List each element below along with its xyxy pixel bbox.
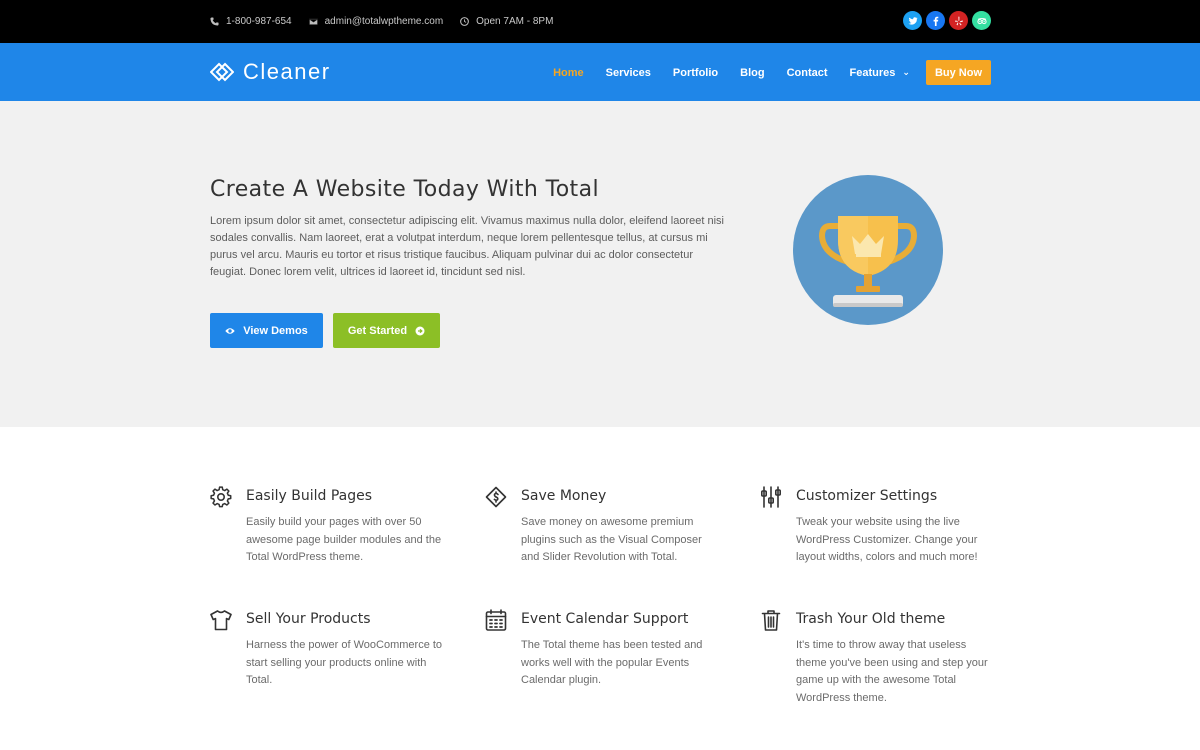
phone-info[interactable]: 1-800-987-654 [210,16,292,27]
tripadvisor-icon [976,17,987,24]
eye-icon [225,327,235,334]
get-started-label: Get Started [347,324,408,337]
nav-services[interactable]: Services [606,67,651,79]
hero-description: Lorem ipsum dolor sit amet, consectetur … [210,215,724,278]
yelp-link[interactable] [949,11,968,30]
gear-icon [210,486,232,508]
phone-number: 1-800-987-654 [226,16,292,27]
twitter-link[interactable] [903,11,922,30]
nav-blog[interactable]: Blog [740,67,764,79]
feature-title: Sell Your Products [246,611,371,627]
top-bar: 1-800-987-654 admin@totalwptheme.com Ope… [0,0,1200,43]
nav-contact[interactable]: Contact [787,67,828,79]
site-header: Cleaner Home Services Portfolio Blog Con… [0,43,1200,101]
nav-features-label: Features [849,66,896,79]
clock-icon [460,17,470,26]
main-navigation: Home Services Portfolio Blog Contact Fea… [531,60,991,85]
social-links [903,11,991,30]
feature-description: It's time to throw away that useless the… [796,639,988,704]
money-icon [485,486,507,508]
feature-title: Trash Your Old theme [796,611,946,627]
feature-title: Event Calendar Support [521,611,689,627]
feature-description: The Total theme has been tested and work… [521,639,703,686]
opening-hours: Open 7AM - 8PM [476,16,554,27]
feature-description: Harness the power of WooCommerce to star… [246,639,443,686]
feature-description: Tweak your website using the live WordPr… [796,516,978,563]
hero-title: Create A Website Today With Total [210,177,599,202]
trophy-illustration [793,175,943,325]
feature-title: Save Money [521,488,607,504]
chevron-down-icon: ⌄ [902,67,910,77]
sliders-icon [760,486,782,508]
shirt-icon [210,609,232,631]
nav-features[interactable]: Features ⌄ [850,67,910,79]
calendar-icon [485,609,507,631]
facebook-link[interactable] [926,11,945,30]
nav-home[interactable]: Home [553,67,584,79]
view-demos-button[interactable]: View Demos [210,313,323,348]
feature-description: Save money on awesome premium plugins su… [521,516,702,563]
nav-portfolio[interactable]: Portfolio [673,67,718,79]
feature-description: Easily build your pages with over 50 awe… [246,516,442,563]
diamond-logo-icon [210,62,234,82]
hours-info: Open 7AM - 8PM [460,16,553,27]
site-logo[interactable]: Cleaner [210,59,331,85]
envelope-icon [308,18,318,25]
logo-text: Cleaner [243,59,331,84]
view-demos-label: View Demos [243,324,308,337]
buy-now-button[interactable]: Buy Now [925,60,991,85]
phone-icon [210,17,219,26]
email-info[interactable]: admin@totalwptheme.com [308,16,444,27]
email-address: admin@totalwptheme.com [324,16,444,27]
feature-title: Customizer Settings [796,488,938,504]
tripadvisor-link[interactable] [972,11,991,30]
feature-title: Easily Build Pages [246,488,373,504]
trash-icon [760,609,782,631]
facebook-icon [933,16,938,26]
yelp-icon [954,16,963,25]
hero-section: Create A Website Today With Total Lorem … [0,101,1200,427]
contact-info: 1-800-987-654 admin@totalwptheme.com Ope… [210,0,553,43]
get-started-button[interactable]: Get Started [333,313,440,348]
twitter-icon [907,16,918,25]
arrow-circle-right-icon [415,326,425,335]
